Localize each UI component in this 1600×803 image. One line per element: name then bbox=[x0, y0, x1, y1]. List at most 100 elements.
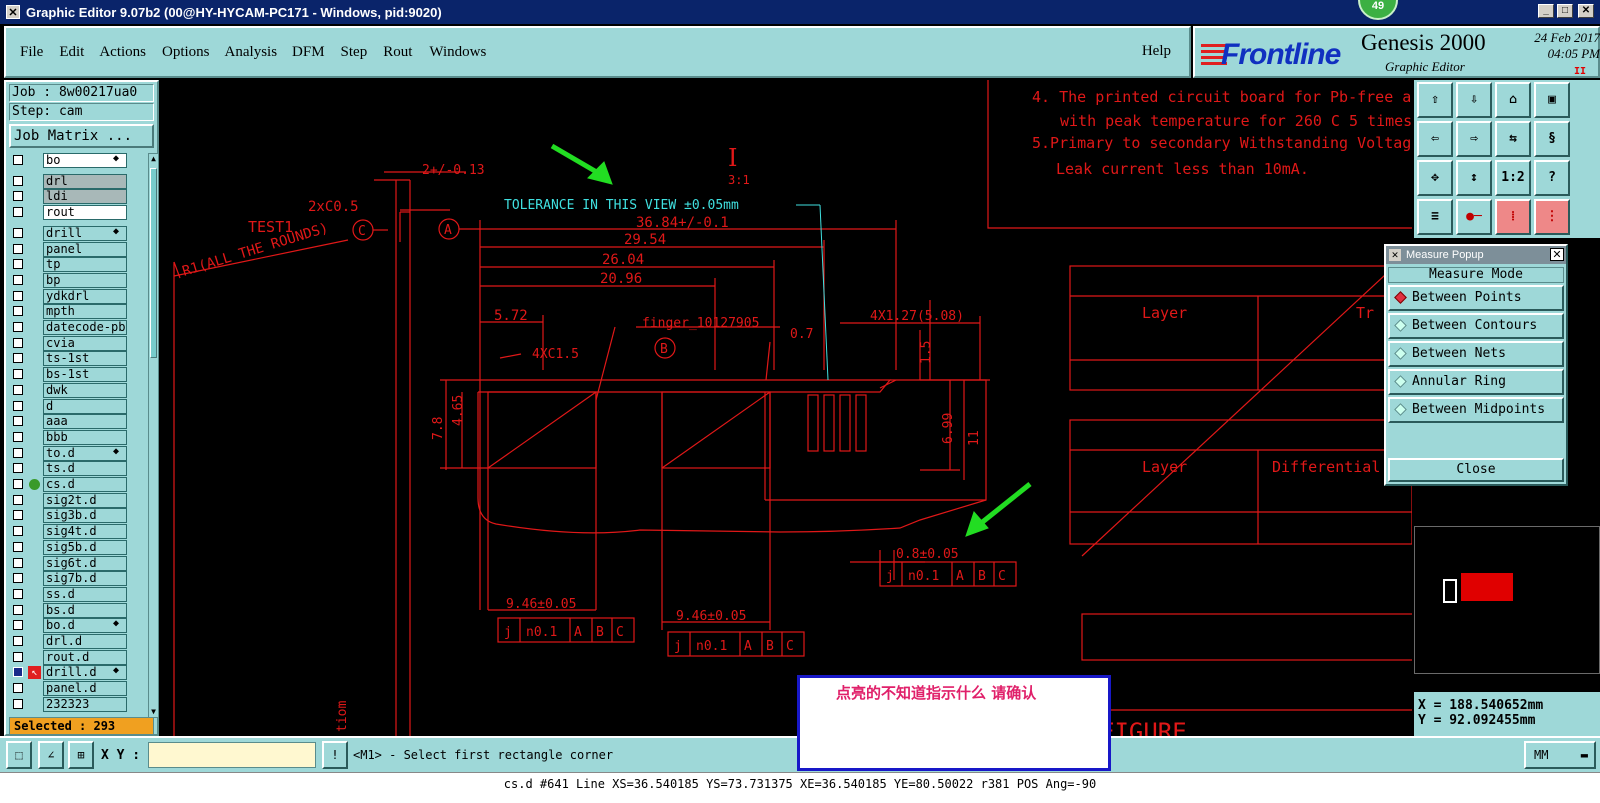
menu-actions[interactable]: Actions bbox=[99, 44, 146, 61]
alert-icon[interactable]: ! bbox=[322, 741, 348, 769]
layer-name[interactable]: bs-1st bbox=[43, 367, 127, 383]
xy-input[interactable] bbox=[148, 742, 316, 768]
layer-checkbox[interactable] bbox=[13, 384, 23, 395]
layer-row[interactable]: rout bbox=[9, 205, 146, 221]
layer-name[interactable]: sig2t.d bbox=[43, 492, 127, 508]
layer-row[interactable]: to.d ◆ bbox=[9, 445, 146, 461]
snap-icon[interactable]: § bbox=[1534, 121, 1570, 157]
layer-checkbox[interactable] bbox=[13, 207, 23, 218]
zoom-home-icon[interactable]: ⇧ bbox=[1417, 82, 1453, 118]
layer-checkbox[interactable] bbox=[13, 541, 23, 552]
layer-row[interactable]: datecode-pb bbox=[9, 320, 146, 335]
app-icon[interactable]: ✕ bbox=[6, 5, 20, 19]
layer-row[interactable]: mpth bbox=[9, 304, 146, 320]
scroll-up-icon[interactable]: ▲ bbox=[149, 154, 158, 164]
layer-name[interactable]: drl bbox=[43, 173, 127, 189]
layer-name[interactable]: cvia bbox=[43, 335, 127, 351]
layer-row[interactable]: ldi bbox=[9, 189, 146, 205]
layer-checkbox[interactable] bbox=[13, 573, 23, 584]
layer-name[interactable]: bp bbox=[43, 272, 127, 288]
layer-name[interactable]: d bbox=[43, 398, 127, 414]
layer-name[interactable]: sig4t.d bbox=[43, 524, 127, 540]
layer-checkbox[interactable] bbox=[13, 322, 23, 332]
menu-analysis[interactable]: Analysis bbox=[225, 44, 278, 61]
layer-row[interactable]: panel.d bbox=[9, 681, 146, 697]
layer-name[interactable]: aaa bbox=[43, 414, 127, 430]
layer-row[interactable]: bo.d ◆ bbox=[9, 618, 146, 634]
layer-name[interactable]: tp bbox=[43, 257, 127, 273]
layer-checkbox[interactable] bbox=[13, 290, 23, 301]
layer-name[interactable]: mpth bbox=[43, 304, 127, 320]
layer-row[interactable]: bbb bbox=[9, 429, 146, 445]
layer-row[interactable]: bs-1st bbox=[9, 367, 146, 383]
palette-icon[interactable]: ≡ bbox=[1417, 199, 1453, 235]
menu-options[interactable]: Options bbox=[162, 44, 210, 61]
pan-left-icon[interactable]: ⇦ bbox=[1417, 121, 1453, 157]
layer-name[interactable]: bs.d bbox=[43, 602, 127, 618]
layer-checkbox[interactable] bbox=[13, 369, 23, 380]
scale-button[interactable]: 1:2 bbox=[1495, 160, 1531, 196]
layer-checkbox[interactable] bbox=[13, 353, 23, 364]
layer-scrollbar[interactable]: ▲ ▼ bbox=[148, 153, 159, 718]
layer-checkbox[interactable] bbox=[13, 400, 23, 411]
layer-name[interactable]: bbb bbox=[43, 429, 127, 445]
layer-name[interactable]: sig7b.d bbox=[43, 571, 127, 587]
menu-dfm[interactable]: DFM bbox=[292, 44, 325, 61]
layer-checkbox[interactable] bbox=[13, 667, 23, 678]
menu-windows[interactable]: Windows bbox=[429, 44, 486, 61]
layer-row[interactable]: sig6t.d bbox=[9, 555, 146, 571]
layer-checkbox[interactable] bbox=[13, 306, 23, 317]
layer-name[interactable]: ydkdrl bbox=[43, 288, 127, 304]
popup-title-bar[interactable]: ✕ Measure Popup ✕ bbox=[1386, 246, 1566, 264]
layer-row[interactable]: bo ◆ bbox=[9, 153, 146, 168]
job-matrix-button[interactable]: Job Matrix ... bbox=[9, 124, 154, 148]
pause-icon[interactable]: II bbox=[1574, 66, 1586, 77]
probe-icon[interactable]: ●─ bbox=[1456, 199, 1492, 235]
close-button[interactable]: Close bbox=[1388, 458, 1564, 482]
menu-edit[interactable]: Edit bbox=[59, 44, 84, 61]
layer-row[interactable]: aaa bbox=[9, 414, 146, 430]
layer-checkbox[interactable] bbox=[13, 683, 23, 694]
menu-file[interactable]: File bbox=[20, 44, 43, 61]
layer-name[interactable]: rout.d bbox=[43, 649, 127, 665]
layer-row[interactable]: cs.d bbox=[9, 477, 146, 492]
drawing-canvas[interactable]: 4. The printed circuit board for Pb-free… bbox=[160, 80, 1412, 736]
menu-help[interactable]: Help bbox=[1142, 43, 1171, 60]
menu-step[interactable]: Step bbox=[341, 44, 368, 61]
option-annular-ring[interactable]: Annular Ring bbox=[1388, 369, 1564, 395]
layer-name[interactable]: datecode-pb bbox=[43, 320, 127, 335]
layer-row[interactable]: sig2t.d bbox=[9, 492, 146, 508]
layer-row[interactable]: sig7b.d bbox=[9, 571, 146, 587]
maximize-icon[interactable]: □ bbox=[1557, 4, 1573, 18]
layer-checkbox[interactable] bbox=[13, 274, 23, 285]
layer-row[interactable]: sig4t.d bbox=[9, 524, 146, 540]
layer-name[interactable]: ts-1st bbox=[43, 351, 127, 367]
menu-rout[interactable]: Rout bbox=[383, 44, 412, 61]
fit-icon[interactable]: ✥ bbox=[1417, 160, 1453, 196]
layer-row[interactable]: drl bbox=[9, 173, 146, 189]
layer-row[interactable]: drl.d bbox=[9, 634, 146, 649]
layer-checkbox[interactable] bbox=[13, 526, 23, 537]
option-between-nets[interactable]: Between Nets bbox=[1388, 341, 1564, 367]
home-view-icon[interactable]: ⌂ bbox=[1495, 82, 1531, 118]
layer-row[interactable]: d bbox=[9, 398, 146, 414]
zoom-down-icon[interactable]: ⇩ bbox=[1456, 82, 1492, 118]
layer-checkbox[interactable] bbox=[13, 463, 23, 474]
layer-row[interactable]: ts.d bbox=[9, 461, 146, 477]
layer-row[interactable]: panel bbox=[9, 241, 146, 257]
net-icon[interactable]: ⋮ bbox=[1534, 199, 1570, 235]
layer-row[interactable]: sig5b.d bbox=[9, 539, 146, 555]
units-select[interactable]: MM ▬ bbox=[1524, 741, 1596, 769]
minimize-icon[interactable]: _ bbox=[1538, 4, 1554, 18]
layer-row[interactable]: tp bbox=[9, 257, 146, 273]
layer-checkbox[interactable] bbox=[13, 636, 23, 646]
layer-checkbox[interactable] bbox=[13, 651, 23, 662]
layer-row[interactable]: dwk bbox=[9, 382, 146, 398]
layer-name[interactable]: sig6t.d bbox=[43, 555, 127, 571]
option-between-midpoints[interactable]: Between Midpoints bbox=[1388, 397, 1564, 423]
layer-row[interactable]: rout.d bbox=[9, 649, 146, 665]
layer-checkbox[interactable] bbox=[13, 604, 23, 615]
layer-checkbox[interactable] bbox=[13, 510, 23, 521]
layer-row[interactable]: sig3b.d bbox=[9, 508, 146, 524]
layer-row[interactable]: ss.d bbox=[9, 586, 146, 602]
